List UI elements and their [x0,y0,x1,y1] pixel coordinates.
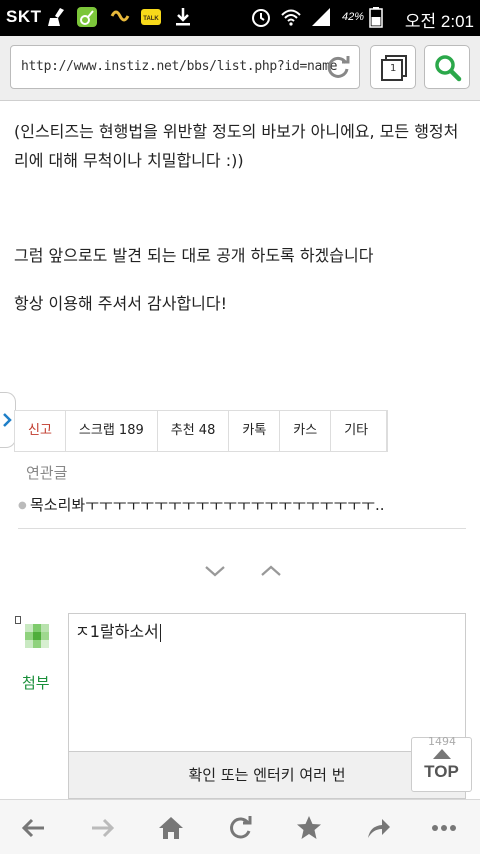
article-paragraph: 항상 이용해 주셔서 감사합니다! [14,294,228,313]
image-attach-icon [25,624,49,648]
top-label: TOP [424,762,459,781]
arrow-up-icon [433,749,451,759]
broom-icon [48,8,64,26]
url-text: http://www.instiz.net/bbs/list.php?id=na… [21,59,338,74]
related-heading: 연관글 [26,464,68,482]
refresh-icon[interactable] [226,814,254,842]
attach-marker-icon [15,616,21,624]
comment-value: ㅈ1랄하소서 [75,622,159,641]
svg-text:TALK: TALK [143,16,159,22]
carrier-label: SKT [6,7,42,26]
clock: 오전 2:01 [404,12,474,31]
bullet-icon: ● [18,500,27,511]
signal-icon [312,8,330,26]
back-icon[interactable] [20,814,48,842]
chevron-down-icon[interactable] [203,562,227,580]
comment-input[interactable]: ㅈ1랄하소서 확인 또는 엔터키 여러 번 [68,613,466,799]
bookmark-star-icon[interactable] [295,814,323,842]
search-button[interactable] [424,45,470,89]
chevron-right-icon [3,413,12,427]
report-button[interactable]: 신고 [15,411,66,451]
share-katalk-button[interactable]: 카톡 [229,411,281,451]
address-bar: http://www.instiz.net/bbs/list.php?id=na… [0,36,480,101]
music-icon [77,7,97,27]
chevron-up-icon[interactable] [259,562,283,580]
notification-icon [110,10,130,22]
alarm-icon [252,9,270,27]
submit-comment-button[interactable]: 확인 또는 엔터키 여러 번 [69,751,465,798]
reload-icon[interactable] [323,52,353,82]
status-bar: SKT TALK 42% 오전 2:01 [0,0,480,36]
scrap-button[interactable]: 스크랩 189 [66,411,158,451]
more-options-icon[interactable] [430,814,458,842]
wifi-icon [281,9,301,26]
share-icon[interactable] [364,814,392,842]
share-kas-button[interactable]: 카스 [280,411,332,451]
url-field[interactable]: http://www.instiz.net/bbs/list.php?id=na… [10,45,360,89]
recommend-button[interactable]: 추천 48 [158,411,230,451]
download-icon [176,8,190,26]
article-paragraph: (인스티즈는 현행법을 위반할 정도의 바보가 아니에요, 모든 행정처리에 대… [14,122,459,170]
related-item-title: 목소리봐ㅜㅜㅜㅜㅜㅜㅜㅜㅜㅜㅜㅜㅜㅜㅜㅜㅜㅜㅜㅜㅜ.. [30,496,385,514]
post-action-bar: 신고 스크랩 189 추천 48 카톡 카스 기타 [14,410,389,452]
related-list-item[interactable]: ● 목소리봐ㅜㅜㅜㅜㅜㅜㅜㅜㅜㅜㅜㅜㅜㅜㅜㅜㅜㅜㅜㅜㅜ.. [18,494,466,529]
tab-count: 1 [390,63,397,74]
comment-text: ㅈ1랄하소서 [75,618,161,642]
battery-percent: 42% [342,11,365,23]
talk-icon: TALK [141,9,161,25]
browser-toolbar [0,799,480,854]
battery-icon [369,7,383,28]
more-button[interactable]: 기타 [331,411,388,451]
forward-icon[interactable] [88,814,116,842]
tabs-button[interactable]: 1 [370,45,416,89]
article-paragraph: 그럼 앞으로도 발견 되는 대로 공개 하도록 하겠습니다 [14,246,374,265]
attach-label[interactable]: 첨부 [22,672,50,693]
text-caret [159,623,161,642]
home-icon[interactable] [157,814,185,842]
view-count: 1494 [428,735,456,748]
search-icon [435,55,462,82]
